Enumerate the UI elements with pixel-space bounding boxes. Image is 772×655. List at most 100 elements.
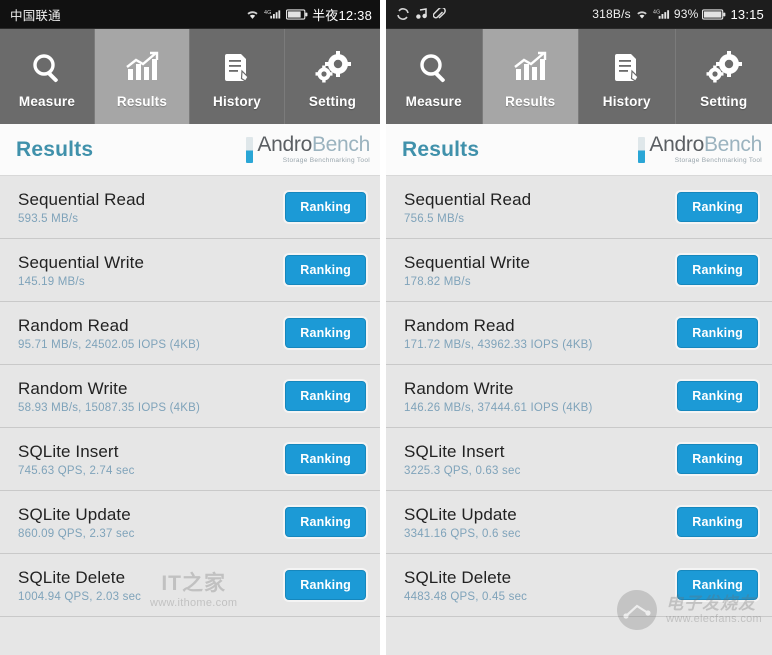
result-title: Random Read <box>404 315 515 335</box>
result-title: Sequential Write <box>18 252 145 272</box>
result-value: 178.82 MB/s <box>404 275 471 288</box>
ranking-button[interactable]: Ranking <box>285 570 366 600</box>
ranking-button[interactable]: Ranking <box>285 255 366 285</box>
clock-label: 13:15 <box>730 6 764 22</box>
result-title: Sequential Read <box>404 189 532 209</box>
dual-screenshot-comparison: 中国联通 4G 半夜12:38 Measure Results History … <box>0 0 772 655</box>
result-title: SQLite Delete <box>404 567 512 587</box>
logo-word-andro: Andro <box>257 133 312 157</box>
result-value: 145.19 MB/s <box>18 275 85 288</box>
magnifier-icon <box>30 48 64 88</box>
ranking-button[interactable]: Ranking <box>677 192 758 222</box>
gears-icon <box>315 48 351 88</box>
battery-percent-label: 93% <box>673 7 699 21</box>
music-icon <box>415 8 428 20</box>
ranking-button[interactable]: Ranking <box>677 318 758 348</box>
result-title: SQLite Update <box>18 504 131 524</box>
page-title: Results <box>16 137 94 161</box>
logo-bar-icon <box>246 136 254 163</box>
phone-screenshot-right: 318B/s 4G 93% 13:15 Measure Results Hist… <box>386 0 772 655</box>
ranking-button[interactable]: Ranking <box>285 381 366 411</box>
table-row[interactable]: SQLite Delete 1004.94 QPS, 2.03 sec Rank… <box>0 554 380 617</box>
signal-4g-icon: 4G <box>264 8 282 20</box>
result-value: 146.26 MB/s, 37444.61 IOPS (4KB) <box>404 401 593 414</box>
result-value: 745.63 QPS, 2.74 sec <box>18 464 135 477</box>
logo-word-bench: Bench <box>311 133 370 157</box>
battery-icon <box>702 8 726 20</box>
tab-results[interactable]: Results <box>95 29 190 124</box>
wifi-icon <box>635 8 649 20</box>
app-header-left: Results AndroBench Storage Benchmarking … <box>0 124 380 176</box>
result-title: Sequential Write <box>404 252 531 272</box>
ranking-button[interactable]: Ranking <box>285 444 366 474</box>
logo-word-bench: Bench <box>703 133 762 157</box>
table-row[interactable]: Random Write 146.26 MB/s, 37444.61 IOPS … <box>386 365 772 428</box>
signal-icon: 4G <box>653 8 670 20</box>
attach-icon <box>433 8 446 20</box>
tab-bar-right: Measure Results History Setting <box>386 28 772 124</box>
result-title: Random Write <box>404 378 514 398</box>
ranking-button[interactable]: Ranking <box>677 444 758 474</box>
logo-bar-icon <box>638 136 646 163</box>
result-value: 58.93 MB/s, 15087.35 IOPS (4KB) <box>18 401 200 414</box>
ranking-button[interactable]: Ranking <box>285 507 366 537</box>
result-value: 860.09 QPS, 2.37 sec <box>18 527 135 540</box>
bar-chart-icon <box>513 48 547 88</box>
page-title: Results <box>402 137 480 161</box>
tab-setting-label: Setting <box>308 94 357 109</box>
results-list-right[interactable]: Sequential Read 756.5 MB/s Ranking Seque… <box>386 176 772 655</box>
ranking-button[interactable]: Ranking <box>677 507 758 537</box>
network-speed-label: 318B/s <box>592 7 631 21</box>
result-title: Random Write <box>18 378 128 398</box>
svg-text:4G: 4G <box>264 10 272 16</box>
result-value: 3341.16 QPS, 0.6 sec <box>404 527 521 540</box>
result-value: 756.5 MB/s <box>404 212 465 225</box>
result-value: 1004.94 QPS, 2.03 sec <box>18 590 142 603</box>
table-row[interactable]: SQLite Insert 3225.3 QPS, 0.63 sec Ranki… <box>386 428 772 491</box>
table-row[interactable]: Sequential Read 593.5 MB/s Ranking <box>0 176 380 239</box>
phone-screenshot-left: 中国联通 4G 半夜12:38 Measure Results History … <box>0 0 380 655</box>
ranking-button[interactable]: Ranking <box>285 318 366 348</box>
ranking-button[interactable]: Ranking <box>677 255 758 285</box>
result-value: 593.5 MB/s <box>18 212 79 225</box>
tab-measure[interactable]: Measure <box>0 29 95 124</box>
result-title: SQLite Insert <box>404 441 505 461</box>
table-row[interactable]: Random Write 58.93 MB/s, 15087.35 IOPS (… <box>0 365 380 428</box>
logo-subtitle: Storage Benchmarking Tool <box>282 157 370 165</box>
status-bar-right: 318B/s 4G 93% 13:15 <box>386 0 772 28</box>
table-row[interactable]: Random Read 95.71 MB/s, 24502.05 IOPS (4… <box>0 302 380 365</box>
result-value: 95.71 MB/s, 24502.05 IOPS (4KB) <box>18 338 200 351</box>
table-row[interactable]: SQLite Delete 4483.48 QPS, 0.45 sec Rank… <box>386 554 772 617</box>
document-pencil-icon <box>220 48 254 88</box>
tab-setting[interactable]: Setting <box>285 29 380 124</box>
table-row[interactable]: Sequential Write 145.19 MB/s Ranking <box>0 239 380 302</box>
list-empty-tail <box>0 617 380 655</box>
tab-history[interactable]: History <box>579 29 676 124</box>
table-row[interactable]: Sequential Read 756.5 MB/s Ranking <box>386 176 772 239</box>
ranking-button[interactable]: Ranking <box>677 381 758 411</box>
wifi-icon <box>245 8 260 20</box>
result-title: Random Read <box>18 315 129 335</box>
document-pencil-icon <box>610 48 644 88</box>
carrier-label: 中国联通 <box>10 8 61 23</box>
table-row[interactable]: Sequential Write 178.82 MB/s Ranking <box>386 239 772 302</box>
tab-results-label: Results <box>116 94 168 109</box>
results-list-left[interactable]: Sequential Read 593.5 MB/s Ranking Seque… <box>0 176 380 655</box>
tab-history[interactable]: History <box>190 29 285 124</box>
androbench-logo: AndroBench Storage Benchmarking Tool <box>246 134 370 165</box>
tab-results[interactable]: Results <box>482 29 579 124</box>
list-empty-tail <box>386 617 772 655</box>
ranking-button[interactable]: Ranking <box>677 570 758 600</box>
app-header-right: Results AndroBench Storage Benchmarking … <box>386 124 772 176</box>
tab-setting[interactable]: Setting <box>675 29 772 124</box>
result-value: 171.72 MB/s, 43962.33 IOPS (4KB) <box>404 338 593 351</box>
clock-label: 半夜12:38 <box>312 7 372 23</box>
tab-history-label: History <box>602 94 651 109</box>
table-row[interactable]: SQLite Update 860.09 QPS, 2.37 sec Ranki… <box>0 491 380 554</box>
table-row[interactable]: SQLite Insert 745.63 QPS, 2.74 sec Ranki… <box>0 428 380 491</box>
table-row[interactable]: SQLite Update 3341.16 QPS, 0.6 sec Ranki… <box>386 491 772 554</box>
ranking-button[interactable]: Ranking <box>285 192 366 222</box>
androbench-logo: AndroBench Storage Benchmarking Tool <box>638 134 762 165</box>
tab-measure[interactable]: Measure <box>386 29 483 124</box>
table-row[interactable]: Random Read 171.72 MB/s, 43962.33 IOPS (… <box>386 302 772 365</box>
